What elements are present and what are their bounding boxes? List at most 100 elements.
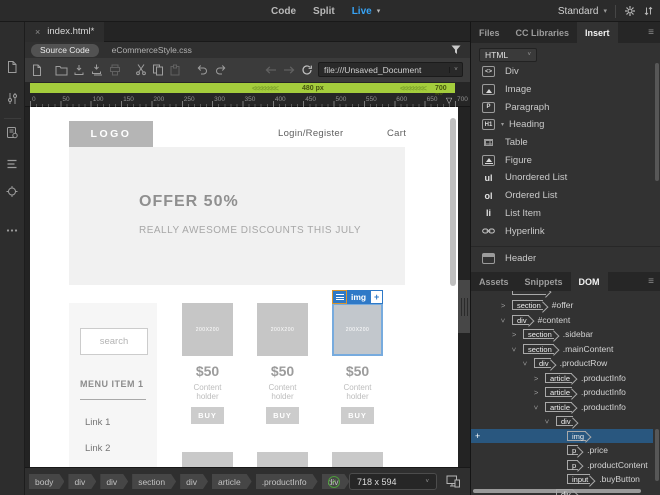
dom-node-article-productInfo[interactable]: > article .productInfo <box>471 385 660 400</box>
dom-node-div[interactable]: > div <box>471 414 660 429</box>
lint-ok-icon[interactable]: ✓ <box>328 475 340 488</box>
file-icon[interactable] <box>6 60 19 74</box>
copy-icon[interactable] <box>150 62 166 78</box>
chevron-down-icon[interactable]: ▾ <box>501 121 504 128</box>
search-input[interactable]: search <box>80 328 148 355</box>
buy-button[interactable]: BUY <box>266 407 299 424</box>
dom-node-article-productInfo[interactable]: > article .productInfo <box>471 400 660 415</box>
insert-item-image[interactable]: Image <box>471 81 660 99</box>
tag-crumb-section[interactable]: section <box>132 474 176 489</box>
dom-node-input-buyButton[interactable]: input .buyButton <box>471 472 660 487</box>
page-logo[interactable]: LOGO <box>69 121 153 147</box>
insert-item-paragraph[interactable]: P Paragraph <box>471 98 660 116</box>
dom-node-p-productContent[interactable]: p .productContent <box>471 458 660 473</box>
sidebar-link[interactable]: Link 1 <box>85 417 110 428</box>
print-icon[interactable] <box>107 62 123 78</box>
panel-menu-icon[interactable]: ≡ <box>648 27 654 38</box>
refresh-icon[interactable] <box>299 62 315 78</box>
sidebar-link[interactable]: Link 2 <box>85 443 110 454</box>
address-bar[interactable]: file:///Unsaved_Document ˅ <box>318 62 463 77</box>
buy-button[interactable]: BUY <box>341 407 374 424</box>
nav-link-login-register[interactable]: Login/Register <box>278 128 343 139</box>
gear-icon[interactable] <box>624 5 636 17</box>
paste-icon[interactable] <box>167 62 183 78</box>
dom-node-div-productRow[interactable]: > div .productRow <box>471 356 660 371</box>
document-tab[interactable]: × index.html* <box>25 21 105 42</box>
device-preview-icon[interactable] <box>446 475 461 488</box>
dom-node-img[interactable]: + img <box>471 428 653 443</box>
panel-splitter-grip[interactable] <box>458 280 470 333</box>
tag-crumb-div[interactable]: div <box>180 474 208 489</box>
save-all-icon[interactable] <box>89 62 105 78</box>
tab-snippets[interactable]: Snippets <box>517 272 571 291</box>
insert-panel-scrollbar[interactable] <box>655 63 659 181</box>
insert-item-table[interactable]: Table <box>471 134 660 152</box>
insert-node-icon[interactable]: + <box>475 431 480 441</box>
viewport-marker-icon[interactable]: ▽ <box>446 96 452 105</box>
dom-node-section-mainContent[interactable]: > section .mainContent <box>471 342 660 357</box>
tab-assets[interactable]: Assets <box>471 272 517 291</box>
expand-arrow-icon[interactable]: > <box>534 374 538 383</box>
insert-category-select[interactable]: HTML ˅ <box>479 48 537 62</box>
close-icon[interactable]: × <box>35 27 40 37</box>
source-code-button[interactable]: Source Code <box>31 43 99 57</box>
dom-node-article-productInfo[interactable]: > article .productInfo <box>471 371 660 386</box>
insert-item-list-item[interactable]: li List Item <box>471 205 660 223</box>
collapse-arrow-icon[interactable]: > <box>543 419 552 423</box>
sync-arrows-icon[interactable] <box>644 5 653 17</box>
chevron-down-icon[interactable]: ▾ <box>377 7 381 15</box>
redo-icon[interactable] <box>213 62 229 78</box>
new-file-icon[interactable] <box>29 62 45 78</box>
nav-link-cart[interactable]: Cart <box>387 128 406 139</box>
forward-icon[interactable] <box>281 62 297 78</box>
filter-sliders-icon[interactable] <box>6 92 19 105</box>
related-file[interactable]: eCommerceStyle.css <box>112 45 192 55</box>
insert-item-figure[interactable]: Figure <box>471 151 660 169</box>
filter-funnel-icon[interactable] <box>451 45 461 55</box>
tag-crumb-productInfo[interactable]: .productInfo <box>256 474 318 489</box>
tab-files[interactable]: Files <box>471 22 508 43</box>
tag-crumb-article[interactable]: article <box>212 474 252 489</box>
viewport-size-select[interactable]: 718 x 594 ˅ <box>349 473 437 490</box>
collapse-arrow-icon[interactable]: > <box>499 318 508 322</box>
target-icon[interactable] <box>6 185 19 198</box>
save-icon[interactable] <box>71 62 87 78</box>
undo-icon[interactable] <box>194 62 210 78</box>
tag-crumb-div[interactable]: div <box>100 474 128 489</box>
back-icon[interactable] <box>263 62 279 78</box>
workspace-switcher[interactable]: Standard ▾ <box>558 6 607 17</box>
chevron-down-icon[interactable]: ˅ <box>449 66 462 73</box>
page-scrollbar[interactable] <box>450 118 456 286</box>
expand-arrow-icon[interactable]: > <box>512 330 516 339</box>
product-image-placeholder[interactable]: 200X200 <box>257 303 308 356</box>
add-element-button[interactable]: + <box>370 290 384 304</box>
insert-item-header[interactable]: Header <box>471 250 660 268</box>
view-mode-live[interactable]: Live <box>352 6 372 17</box>
extract-library-icon[interactable] <box>6 126 19 139</box>
collapse-arrow-icon[interactable]: > <box>521 361 530 365</box>
dom-node-section-sidebar[interactable]: > section .sidebar <box>471 327 660 342</box>
dom-node-div-content[interactable]: > div #content <box>471 313 660 328</box>
dom-node-section-offer[interactable]: > section #offer <box>471 298 660 313</box>
cut-icon[interactable] <box>133 62 149 78</box>
product-image-placeholder[interactable]: 200X200 <box>182 303 233 356</box>
insert-item-div[interactable]: <> Div <box>471 63 660 81</box>
insert-item-unordered-list[interactable]: ul Unordered List <box>471 169 660 187</box>
panel-menu-icon[interactable]: ≡ <box>648 276 654 287</box>
collapse-arrow-icon[interactable]: > <box>532 405 541 409</box>
media-query-480[interactable]: 480 px <box>302 85 324 92</box>
tag-crumb-body[interactable]: body <box>29 474 64 489</box>
tag-crumb-div[interactable]: div <box>68 474 96 489</box>
insert-item-ordered-list[interactable]: ol Ordered List <box>471 187 660 205</box>
buy-button[interactable]: BUY <box>191 407 224 424</box>
selected-element-tag[interactable]: img <box>347 290 371 304</box>
tab-dom[interactable]: DOM <box>570 272 608 291</box>
collapse-arrow-icon[interactable]: > <box>510 347 519 351</box>
expand-arrow-icon[interactable]: > <box>534 388 538 397</box>
expand-arrow-icon[interactable]: > <box>501 301 505 310</box>
dom-row-partial[interactable]: div <box>471 487 660 495</box>
dom-row-partial[interactable] <box>471 291 660 298</box>
open-folder-icon[interactable] <box>53 62 69 78</box>
product-image-placeholder[interactable]: 200X200 <box>332 303 383 356</box>
media-query-bar[interactable]: <<<<<<<< 480 px <<<<<<<< 700 px <box>30 83 455 99</box>
